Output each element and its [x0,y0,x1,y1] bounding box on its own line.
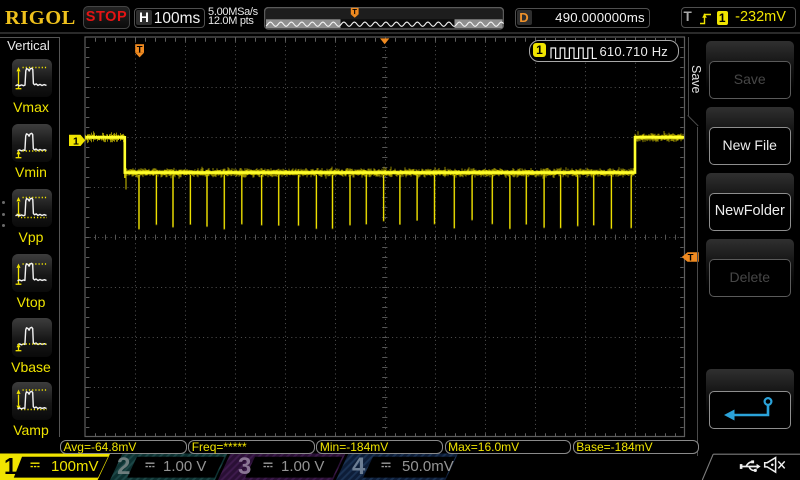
svg-text:1: 1 [73,135,79,147]
svg-text:T: T [352,7,357,16]
svg-text:T: T [688,253,694,264]
svg-text:T: T [137,44,143,55]
